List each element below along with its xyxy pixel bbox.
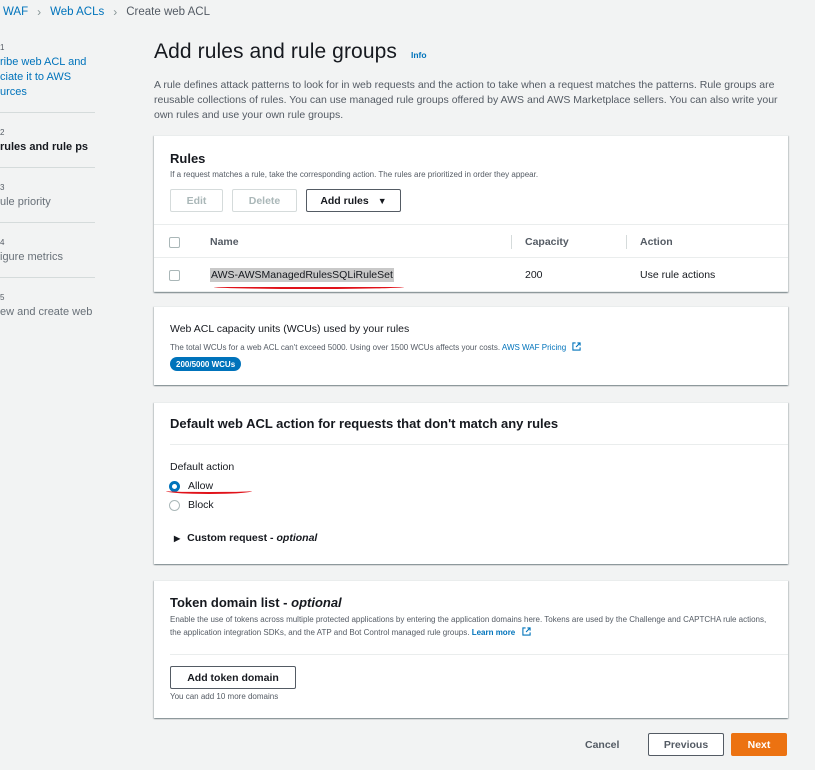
page-description: A rule defines attack patterns to look f…	[154, 79, 778, 121]
step-1[interactable]: 1 ribe web ACL and ciate it to AWS urces	[0, 40, 95, 113]
divider	[170, 654, 788, 655]
step-number: 5	[0, 293, 5, 302]
step-number: 2	[0, 128, 5, 137]
default-action-title: Default web ACL action for requests that…	[170, 416, 559, 431]
token-domain-panel: Token domain list - optional Enable the …	[154, 580, 788, 718]
table-header: Name Capacity Action	[154, 224, 788, 258]
token-description: Enable the use of tokens across multiple…	[170, 613, 770, 639]
rule-action: Use rule actions	[640, 269, 716, 281]
default-action-label: Default action	[170, 461, 235, 473]
learn-more-link[interactable]: Learn more	[472, 628, 516, 637]
token-title-text: Token domain list -	[170, 595, 288, 610]
wcu-subtitle: The total WCUs for a web ACL can't excee…	[170, 342, 582, 352]
rules-subtitle: If a request matches a rule, take the co…	[170, 170, 539, 179]
column-header-name[interactable]: Name	[210, 225, 239, 259]
step-label: igure metrics	[0, 251, 63, 263]
step-label[interactable]: ribe web ACL and ciate it to AWS urces	[0, 55, 95, 100]
column-header-action[interactable]: Action	[626, 225, 673, 259]
custom-request-optional: optional	[276, 532, 318, 544]
token-title-optional: optional	[291, 595, 342, 610]
step-4: 4 igure metrics	[0, 235, 95, 278]
pricing-link[interactable]: AWS WAF Pricing	[502, 343, 566, 352]
wcu-badge: 200/5000 WCUs	[170, 357, 242, 371]
next-button[interactable]: Next	[731, 733, 787, 756]
wizard-steps: 1 ribe web ACL and ciate it to AWS urces…	[0, 40, 95, 344]
step-2: 2 rules and rule ps	[0, 125, 95, 168]
add-rules-button[interactable]: Add rules ▼	[306, 189, 401, 212]
delete-button[interactable]: Delete	[232, 189, 297, 212]
page-header: Add rules and rule groups Info A rule de…	[154, 40, 788, 123]
radio-block[interactable]: Block	[169, 499, 214, 511]
custom-request-expander[interactable]: ▶ Custom request - optional	[174, 532, 317, 544]
radio-block-button[interactable]	[169, 499, 180, 511]
external-link-icon	[572, 342, 582, 351]
rules-title: Rules	[170, 151, 206, 166]
previous-button[interactable]: Previous	[648, 733, 724, 756]
caret-down-icon: ▼	[377, 195, 387, 206]
breadcrumb: WAF › Web ACLs › Create web ACL	[0, 0, 210, 24]
step-label: ew and create web	[0, 306, 93, 318]
step-label: rules and rule ps	[0, 141, 89, 153]
rules-table: Name Capacity Action AWS-AWSManagedRules…	[154, 224, 788, 292]
rule-name: AWS-AWSManagedRulesSQLiRuleSet	[210, 268, 394, 282]
select-all-checkbox[interactable]	[169, 236, 180, 248]
default-action-panel: Default web ACL action for requests that…	[154, 402, 788, 564]
step-3: 3 ule priority	[0, 180, 95, 223]
caret-right-icon: ▶	[174, 533, 181, 543]
external-link-icon	[521, 627, 531, 636]
rule-capacity: 200	[525, 269, 543, 281]
step-number: 3	[0, 183, 5, 192]
token-hint: You can add 10 more domains	[170, 692, 279, 701]
page-title: Add rules and rule groups	[154, 40, 397, 63]
step-number: 4	[0, 238, 5, 247]
custom-request-label: Custom request -	[187, 532, 274, 544]
step-label: ule priority	[0, 196, 51, 208]
cancel-button[interactable]: Cancel	[585, 733, 619, 756]
wcu-panel: Web ACL capacity units (WCUs) used by yo…	[154, 306, 788, 385]
token-description-text: Enable the use of tokens across multiple…	[170, 615, 767, 637]
info-link[interactable]: Info	[411, 50, 427, 60]
rules-panel: Rules If a request matches a rule, take …	[154, 135, 788, 292]
add-token-domain-button[interactable]: Add token domain	[170, 666, 296, 689]
row-checkbox[interactable]	[169, 269, 180, 281]
breadcrumb-web-acls[interactable]: Web ACLs	[50, 6, 104, 18]
annotation-underline	[214, 285, 404, 289]
wcu-title: Web ACL capacity units (WCUs) used by yo…	[170, 323, 410, 335]
breadcrumb-waf[interactable]: WAF	[3, 6, 28, 18]
radio-block-label: Block	[188, 499, 214, 511]
breadcrumb-current: Create web ACL	[126, 6, 210, 18]
step-number: 1	[0, 43, 5, 52]
column-header-capacity[interactable]: Capacity	[511, 225, 569, 259]
wcu-subtitle-text: The total WCUs for a web ACL can't excee…	[170, 343, 501, 352]
chevron-right-icon: ›	[113, 5, 118, 19]
chevron-right-icon: ›	[37, 5, 42, 19]
annotation-underline	[166, 488, 252, 494]
token-title: Token domain list - optional	[170, 595, 342, 610]
step-5: 5 ew and create web	[0, 290, 95, 332]
rules-toolbar: Edit Delete Add rules ▼	[170, 189, 401, 212]
edit-button[interactable]: Edit	[170, 189, 223, 212]
add-rules-label: Add rules	[320, 194, 369, 207]
